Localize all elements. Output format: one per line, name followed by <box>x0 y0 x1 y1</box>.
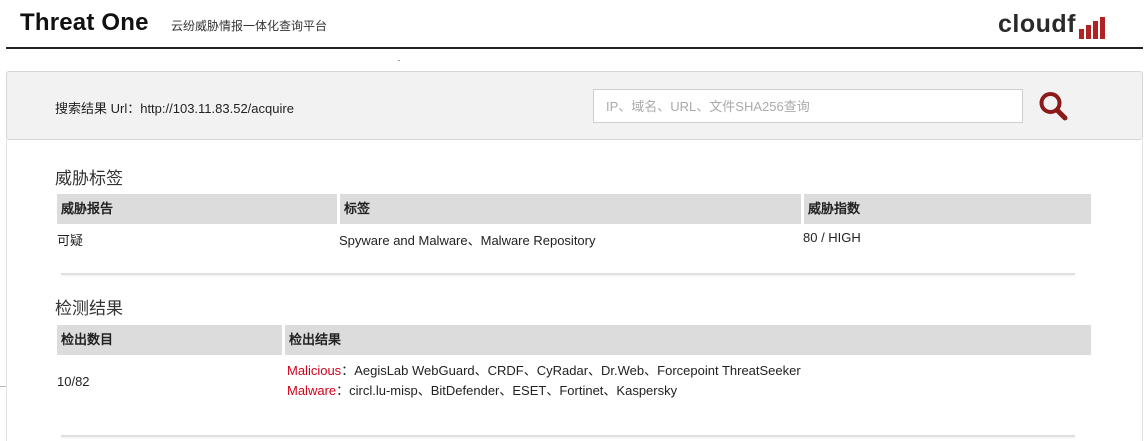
malicious-label: Malicious <box>287 363 342 378</box>
column-header-count: 检出数目 <box>57 325 282 355</box>
app-subtitle: 云纷威胁情报一体化查询平台 <box>171 19 328 33</box>
column-header-report: 威胁报告 <box>57 194 337 224</box>
detection-malicious-line: Malicious：AegisLab WebGuard、CRDF、CyRadar… <box>287 360 801 379</box>
threat-tags-table-header: 威胁报告 标签 威胁指数 <box>57 194 1091 224</box>
threat-report-value: 可疑 <box>57 233 84 248</box>
malware-label: Malware <box>287 383 337 398</box>
content-panel: 威胁标签 威胁报告 标签 威胁指数 可疑 Spyware and Malware… <box>6 140 1143 441</box>
search-panel: 搜索结果 Url：http://103.11.83.52/acquire <box>6 71 1143 140</box>
search-result-url: 搜索结果 Url：http://103.11.83.52/acquire <box>55 101 294 116</box>
detection-title: 检测结果 <box>55 299 123 318</box>
threat-tags-value: Spyware and Malware、Malware Repository <box>339 233 596 248</box>
search-input[interactable] <box>593 89 1023 123</box>
divider-dot <box>398 60 400 61</box>
section-divider-bottom <box>61 435 1075 437</box>
header: Threat One 云纷威胁情报一体化查询平台 cloudf <box>0 0 1146 50</box>
app-title[interactable]: Threat One <box>20 9 149 37</box>
column-header-results: 检出结果 <box>285 325 1091 355</box>
threat-tags-title: 威胁标签 <box>55 169 123 188</box>
search-icon <box>1039 92 1068 121</box>
column-header-tags: 标签 <box>340 194 801 224</box>
detection-count-value: 10/82 <box>57 374 90 389</box>
logo-bars-icon <box>1079 17 1105 39</box>
threat-index-value: 80 / HIGH <box>803 230 861 245</box>
header-divider <box>6 47 1143 49</box>
column-header-index: 威胁指数 <box>804 194 1091 224</box>
logo-text: cloudf <box>998 10 1076 38</box>
section-divider <box>61 273 1075 275</box>
detection-table-header: 检出数目 检出结果 <box>57 325 1091 355</box>
left-edge-line <box>0 386 6 387</box>
detection-malware-line: Malware：circl.lu-misp、BitDefender、ESET、F… <box>287 380 677 399</box>
malware-engines: ：circl.lu-misp、BitDefender、ESET、Fortinet… <box>336 383 678 398</box>
malicious-engines: ：AegisLab WebGuard、CRDF、CyRadar、Dr.Web、F… <box>341 363 801 378</box>
cloudfall-logo[interactable]: cloudf <box>998 9 1105 39</box>
search-button[interactable] <box>1037 90 1071 122</box>
